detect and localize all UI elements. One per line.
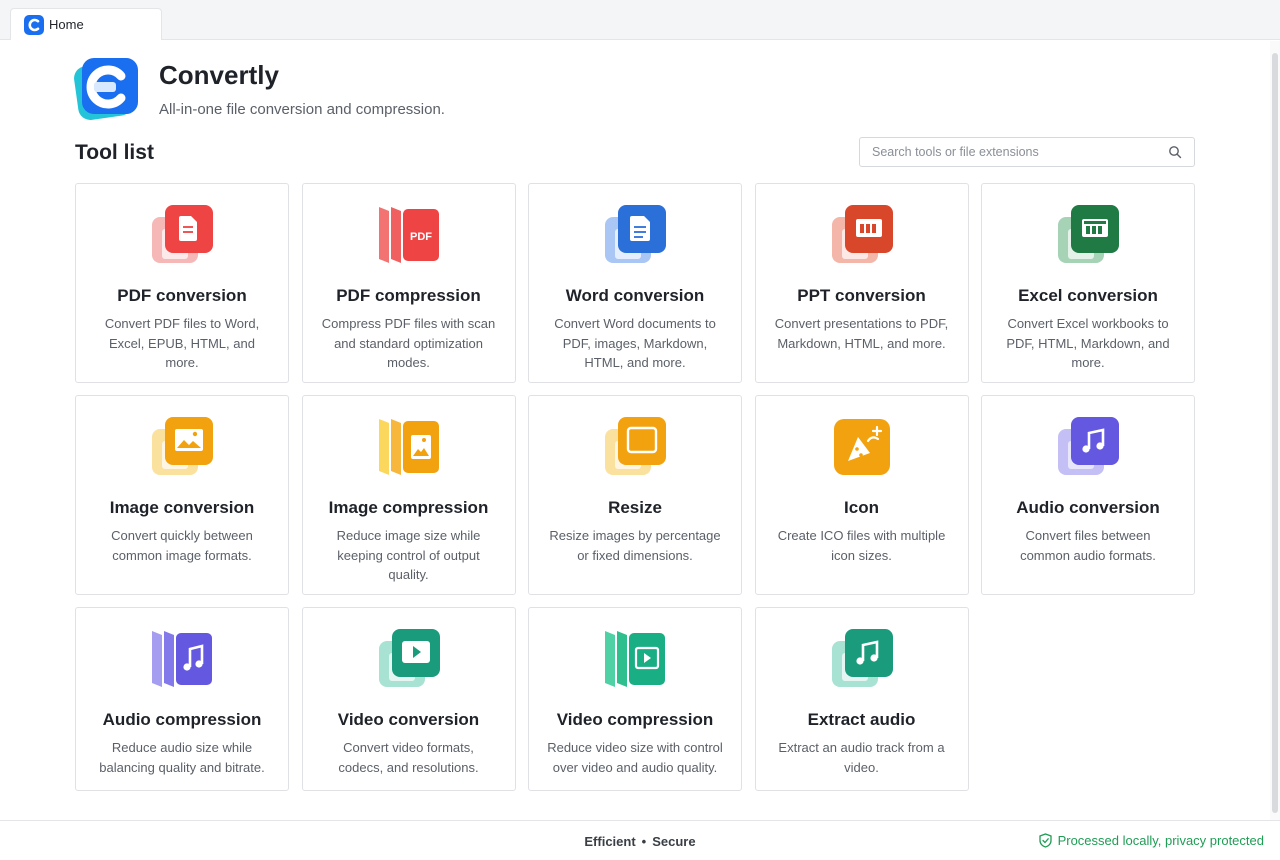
tool-card-image-conversion[interactable]: Image conversion Convert quickly between…: [75, 395, 289, 595]
audio-icon: [1058, 417, 1119, 475]
tool-card-description: Convert PDF files to Word, Excel, EPUB, …: [104, 316, 260, 370]
tool-card-audio-conversion[interactable]: Audio conversion Convert files between c…: [981, 395, 1195, 595]
section-title: Tool list: [75, 141, 154, 164]
tool-card-description: Convert presentations to PDF, Markdown, …: [774, 316, 949, 351]
tool-card-title: Image compression: [328, 498, 489, 517]
footer-slogan-efficient: Efficient: [584, 834, 636, 849]
tool-card-description: Compress PDF files with scan and standar…: [321, 316, 496, 370]
image-compress-icon: [378, 419, 439, 475]
tool-card-image-compression[interactable]: Image compression Reduce image size whil…: [301, 395, 516, 595]
tab-bar: Home: [0, 0, 1280, 40]
video-icon: [378, 629, 440, 687]
tool-card-description: Resize images by percentage or fixed dim…: [549, 528, 721, 563]
tool-card-title: PDF conversion: [117, 286, 247, 305]
audio-compress-icon: [152, 631, 212, 687]
footer-separator: •: [641, 834, 647, 849]
tab-home[interactable]: Home: [10, 8, 162, 40]
tool-card-extract-audio[interactable]: Extract audio Extract an audio track fro…: [754, 607, 969, 791]
tool-card-audio-compression[interactable]: Audio compression Reduce audio size whil…: [75, 607, 289, 791]
tool-card-ppt-conversion[interactable]: PPT conversion Convert presentations to …: [754, 183, 969, 383]
tool-card-video-compression[interactable]: Video compression Reduce video size with…: [528, 607, 742, 791]
tool-card-title: Word conversion: [565, 286, 705, 305]
tool-card-title: Icon: [844, 498, 879, 517]
privacy-notice: Processed locally, privacy protected: [1038, 833, 1264, 848]
scrollbar[interactable]: [1270, 41, 1280, 820]
icon-maker-icon: [833, 419, 890, 475]
tool-card-title: Audio compression: [102, 710, 262, 729]
tool-card-description: Convert Excel workbooks to PDF, HTML, Ma…: [1006, 316, 1170, 370]
tool-grid: PDF conversion Convert PDF files to Word…: [75, 183, 1195, 791]
tool-card-title: Extract audio: [807, 710, 916, 729]
pdf-icon-text: PDF: [410, 231, 432, 243]
tool-card-icon[interactable]: Icon Create ICO files with multiple icon…: [754, 395, 969, 595]
search-box[interactable]: [859, 137, 1195, 167]
tool-card-excel-conversion[interactable]: Excel conversion Convert Excel workbooks…: [981, 183, 1195, 383]
tool-card-title: Excel conversion: [1018, 286, 1158, 305]
footer-slogan-secure: Secure: [652, 834, 696, 849]
footer: Efficient • Secure Processed locally, priv…: [0, 820, 1280, 860]
tab-home-label: Home: [49, 17, 84, 32]
pdf-doc-icon: [152, 205, 213, 263]
app-logo-icon: [24, 14, 44, 35]
tool-card-description: Convert video formats, codecs, and resol…: [338, 740, 479, 775]
shield-check-icon: [1038, 833, 1052, 848]
word-doc-icon: [605, 205, 666, 263]
scrollbar-thumb[interactable]: [1272, 53, 1278, 813]
tool-card-title: Video conversion: [337, 710, 480, 729]
tool-card-description: Extract an audio track from a video.: [778, 740, 945, 775]
tool-card-title: Resize: [608, 498, 662, 517]
pdf-compress-icon: PDF: [378, 207, 439, 263]
tool-card-description: Reduce audio size while balancing qualit…: [99, 740, 265, 775]
video-compress-icon: [605, 631, 665, 687]
tool-card-pdf-conversion[interactable]: PDF conversion Convert PDF files to Word…: [75, 183, 289, 383]
search-input[interactable]: [872, 145, 1168, 159]
app-name: Convertly: [159, 60, 279, 90]
tool-card-title: Image conversion: [109, 498, 255, 517]
excel-icon: [1058, 205, 1119, 263]
app-tagline: All-in-one file conversion and compressi…: [159, 101, 445, 118]
tool-card-description: Convert files between common audio forma…: [1020, 528, 1156, 563]
tool-card-description: Create ICO files with multiple icon size…: [777, 528, 946, 563]
tool-card-title: Audio conversion: [1016, 498, 1160, 517]
tool-card-description: Reduce video size with control over vide…: [547, 740, 723, 775]
tool-card-description: Convert quickly between common image for…: [111, 528, 253, 563]
tool-card-resize[interactable]: Resize Resize images by percentage or fi…: [528, 395, 742, 595]
tool-card-title: PDF compression: [336, 286, 481, 305]
tool-card-pdf-compression[interactable]: PDF PDF compression Compress PDF files w…: [301, 183, 516, 383]
privacy-notice-text: Processed locally, privacy protected: [1057, 833, 1264, 848]
extract-audio-icon: [831, 629, 893, 687]
tool-card-description: Convert Word documents to PDF, images, M…: [554, 316, 716, 370]
resize-icon: [605, 417, 666, 475]
app-logo-icon: [74, 56, 140, 122]
tool-card-video-conversion[interactable]: Video conversion Convert video formats, …: [301, 607, 516, 791]
tool-card-description: Reduce image size while keeping control …: [336, 528, 481, 582]
search-icon[interactable]: [1168, 145, 1182, 159]
tool-card-title: PPT conversion: [797, 286, 926, 305]
image-icon: [152, 417, 213, 475]
tool-card-word-conversion[interactable]: Word conversion Convert Word documents t…: [528, 183, 742, 383]
ppt-icon: [831, 205, 893, 263]
tool-card-title: Video compression: [556, 710, 714, 729]
